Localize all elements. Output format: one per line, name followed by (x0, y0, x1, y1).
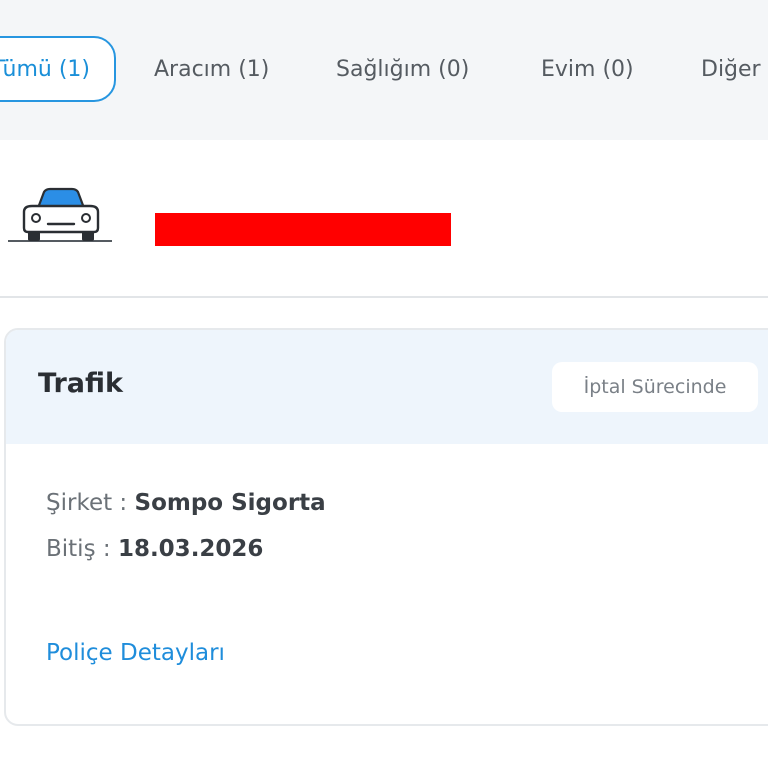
company-line: Şirket : Sompo Sigorta (46, 490, 326, 516)
end-date-label: Bitiş : (46, 536, 118, 562)
end-date-line: Bitiş : 18.03.2026 (46, 536, 263, 562)
tab-all[interactable]: Tümü (1) (0, 36, 116, 102)
policy-card[interactable]: Trafik İptal Sürecinde Şirket : Sompo Si… (4, 328, 768, 726)
policy-details-link[interactable]: Poliçe Detayları (46, 640, 225, 666)
tab-my-health[interactable]: Sağlığım (0) (336, 36, 469, 102)
vehicle-row[interactable] (0, 140, 768, 298)
car-icon (8, 187, 112, 242)
page: Tümü (1) Aracım (1) Sağlığım (0) Evim (0… (0, 0, 768, 768)
status-badge: İptal Sürecinde (552, 362, 758, 412)
tab-my-vehicle[interactable]: Aracım (1) (154, 36, 269, 102)
policy-type-title: Trafik (38, 368, 123, 399)
company-value: Sompo Sigorta (134, 490, 326, 516)
tab-other[interactable]: Diğer (701, 36, 761, 102)
category-tabs: Tümü (1) Aracım (1) Sağlığım (0) Evim (0… (0, 0, 768, 140)
tab-my-home[interactable]: Evim (0) (541, 36, 634, 102)
end-date-value: 18.03.2026 (117, 536, 264, 562)
policy-card-header: Trafik İptal Sürecinde (6, 330, 768, 444)
vehicle-plate-redacted (155, 213, 451, 246)
company-label: Şirket : (46, 490, 135, 516)
